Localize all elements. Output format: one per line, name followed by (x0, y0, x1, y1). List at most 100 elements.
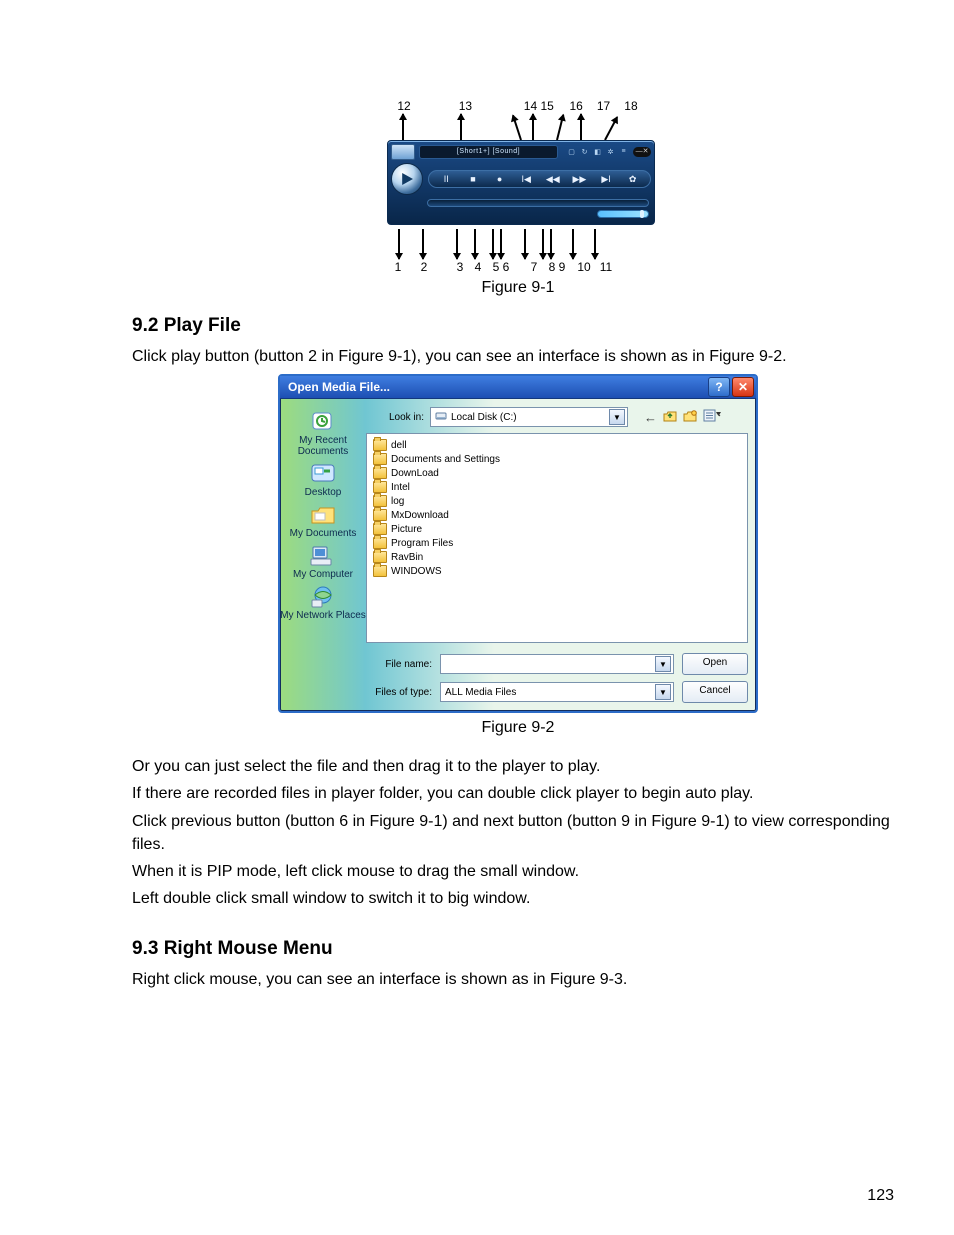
chevron-down-icon[interactable]: ▼ (609, 409, 625, 425)
file-list[interactable]: dell Documents and Settings DownLoad Int… (366, 433, 748, 643)
dialog-title: Open Media File... (288, 380, 706, 394)
list-item[interactable]: dell (373, 438, 741, 452)
open-button[interactable]: Open (682, 653, 748, 675)
para-pip: When it is PIP mode, left click mouse to… (132, 860, 904, 883)
disk-icon (435, 410, 447, 425)
fig1-top-labels: 12 13 14 15 16 17 18 (387, 100, 649, 114)
next-icon[interactable]: ▶I (599, 174, 613, 185)
list-item[interactable]: Picture (373, 522, 741, 536)
lookin-value: Local Disk (C:) (451, 412, 517, 423)
arrow-down (550, 229, 552, 259)
label-10: 10 (573, 261, 595, 273)
list-item[interactable]: Intel (373, 480, 741, 494)
view-menu-icon[interactable] (703, 409, 721, 425)
arrow-down (474, 229, 476, 259)
list-item-label: Intel (391, 482, 410, 493)
list-item-label: DownLoad (391, 468, 439, 479)
recent-docs-icon (308, 409, 338, 435)
list-item[interactable]: RavBin (373, 550, 741, 564)
list-item[interactable]: WINDOWS (373, 564, 741, 578)
open-file-dialog: Open Media File... ? ✕ My Recent Documen… (278, 374, 758, 713)
close-button[interactable]: ✕ (732, 377, 754, 397)
list-item-label: dell (391, 440, 407, 451)
record-icon[interactable]: ● (493, 174, 507, 184)
label-16: 16 (566, 100, 586, 112)
stop-icon[interactable]: ■ (466, 174, 480, 184)
volume-bar[interactable] (597, 210, 649, 218)
back-icon[interactable]: ← (644, 410, 657, 425)
heading-9-3: 9.3 Right Mouse Menu (132, 938, 904, 960)
dialog-titlebar[interactable]: Open Media File... ? ✕ (280, 376, 756, 399)
help-button[interactable]: ? (708, 377, 730, 397)
list-item[interactable]: Documents and Settings (373, 452, 741, 466)
label-2: 2 (413, 261, 435, 273)
label-7: 7 (523, 261, 545, 273)
arrow-down (542, 229, 544, 259)
repeat-icon[interactable]: ↻ (579, 148, 590, 156)
cancel-button[interactable]: Cancel (682, 681, 748, 703)
player-controls-row: II ■ ● I◀ ◀◀ ▶▶ ▶I ✿ (391, 163, 651, 195)
label-4: 4 (467, 261, 489, 273)
snapshot-icon[interactable]: ◧ (592, 148, 603, 156)
new-folder-icon[interactable] (683, 409, 697, 425)
list-item-label: WINDOWS (391, 566, 442, 577)
dialog-bottom: File name: ▼ Open Files of type: ALL Med… (366, 653, 748, 703)
sidebar-item-desktop[interactable]: Desktop (305, 461, 342, 498)
sidebar-label: My Recent Documents (280, 435, 366, 457)
sidebar-label: My Computer (293, 569, 353, 580)
filename-field[interactable]: ▼ (440, 654, 674, 674)
filetype-row: Files of type: ALL Media Files ▼ Cancel (366, 681, 748, 703)
fig1-down-arrows (387, 229, 649, 259)
arrow-up (460, 114, 462, 140)
para-bigwin: Left double click small window to switch… (132, 887, 904, 910)
sidebar-item-recent[interactable]: My Recent Documents (280, 409, 366, 457)
page: 12 13 14 15 16 17 18 [Sh (0, 0, 954, 1235)
prev-icon[interactable]: I◀ (519, 174, 533, 185)
info-icon[interactable]: ≡ (618, 148, 629, 156)
sidebar-item-mycomputer[interactable]: My Computer (293, 543, 353, 580)
list-item[interactable]: Program Files (373, 536, 741, 550)
chevron-down-icon[interactable]: ▼ (655, 684, 671, 700)
pip-icon[interactable]: ▢ (566, 148, 577, 156)
play-button[interactable] (391, 163, 423, 195)
arrow-down (422, 229, 424, 259)
player-track-display: [Short1+] [Sound] (419, 145, 558, 159)
folder-icon (373, 509, 387, 521)
chevron-down-icon[interactable]: ▼ (655, 656, 671, 672)
gear-icon[interactable]: ✲ (605, 148, 616, 156)
pause-icon[interactable]: II (439, 174, 453, 184)
label-17: 17 (594, 100, 614, 112)
progress-bar[interactable] (427, 199, 649, 207)
list-item[interactable]: MxDownload (373, 508, 741, 522)
list-item[interactable]: log (373, 494, 741, 508)
up-folder-icon[interactable] (663, 409, 677, 425)
step-fwd-icon[interactable]: ▶▶ (572, 174, 586, 185)
arrow-up (556, 115, 564, 141)
sidebar-item-network[interactable]: My Network Places (280, 584, 366, 621)
arrow-down (500, 229, 502, 259)
folder-icon (373, 481, 387, 493)
fig1-up-arrows (387, 114, 649, 140)
label-11: 11 (595, 261, 617, 273)
step-back-icon[interactable]: ◀◀ (546, 174, 560, 185)
sidebar-item-mydocs[interactable]: My Documents (290, 502, 357, 539)
list-item-label: Documents and Settings (391, 454, 500, 465)
filename-label: File name: (366, 659, 432, 670)
folder-icon (373, 537, 387, 549)
lookin-combo[interactable]: Local Disk (C:) ▼ (430, 407, 628, 427)
folder-icon (373, 523, 387, 535)
arrow-up (580, 114, 582, 140)
player-menu-button[interactable] (391, 144, 415, 160)
list-item[interactable]: DownLoad (373, 466, 741, 480)
settings-icon[interactable]: ✿ (626, 174, 640, 185)
control-bar: II ■ ● I◀ ◀◀ ▶▶ ▶I ✿ (428, 170, 651, 188)
figure-9-1-caption: Figure 9-1 (132, 279, 904, 297)
player-close-button[interactable]: —✕ (633, 147, 651, 157)
filetype-combo[interactable]: ALL Media Files ▼ (440, 682, 674, 702)
para-autoplay: If there are recorded files in player fo… (132, 782, 904, 805)
player-diagram: 12 13 14 15 16 17 18 [Sh (387, 100, 649, 273)
arrow-up (512, 115, 522, 140)
arrow-down (594, 229, 596, 259)
heading-9-2: 9.2 Play File (132, 315, 904, 337)
list-item-label: Program Files (391, 538, 453, 549)
